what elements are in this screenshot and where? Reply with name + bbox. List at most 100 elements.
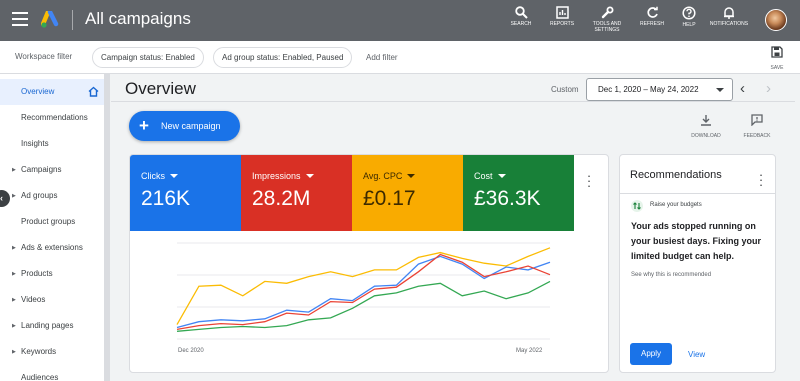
sidebar-item-campaigns[interactable]: ▶ Campaigns (0, 157, 104, 183)
sidebar-item-landing-pages[interactable]: ▶ Landing pages (0, 313, 104, 339)
more-options-icon[interactable]: · · · (585, 169, 593, 192)
recommendations-divider (620, 193, 775, 194)
plus-icon: + (139, 116, 149, 135)
main-scrollbar[interactable] (795, 74, 800, 381)
metric-label: Cost (474, 171, 574, 181)
new-campaign-button[interactable]: + New campaign (129, 111, 240, 141)
sidebar-item-label: Product groups (21, 217, 76, 226)
chevron-down-icon (716, 88, 724, 92)
new-campaign-label: New campaign (161, 121, 221, 131)
sidebar-item-label: Recommendations (21, 113, 88, 122)
sidebar-item-label: Campaigns (21, 165, 62, 174)
save-icon (771, 46, 783, 58)
metric-value: £0.17 (363, 187, 416, 210)
feedback-label: FEEDBACK (743, 133, 771, 139)
budget-arrows-icon (631, 200, 643, 212)
next-period-button[interactable]: › (766, 80, 771, 97)
sidebar-item-label: Ads & extensions (21, 243, 83, 252)
download-label: DOWNLOAD (691, 133, 721, 139)
metric-label-text: Avg. CPC (363, 171, 403, 181)
reports-button[interactable]: REPORTS (546, 6, 578, 27)
date-mode-label: Custom (551, 85, 579, 94)
why-recommended-link[interactable]: See why this is recommended (631, 272, 711, 278)
avatar[interactable] (765, 9, 787, 31)
metric-tile-impressions[interactable]: Impressions 28.2M (241, 155, 352, 231)
metric-tile-avg-cpc[interactable]: Avg. CPC £0.17 (352, 155, 463, 231)
x-axis-end-label: May 2022 (516, 348, 543, 354)
feedback-icon (751, 114, 763, 127)
sidebar-item-label: Videos (21, 295, 46, 304)
sidebar-item-audiences[interactable]: Audiences (0, 365, 104, 381)
help-icon (682, 6, 696, 20)
performance-card: Clicks 216K Impressions 28.2M Avg. CPC £… (129, 154, 609, 373)
sidebar-item-label: Keywords (21, 347, 57, 356)
tools-button[interactable]: TOOLS AND SETTINGS (588, 6, 626, 33)
home-icon (88, 86, 99, 97)
bell-icon (724, 7, 734, 19)
sidebar-item-ad-groups[interactable]: ▶ Ad groups (0, 183, 104, 209)
sidebar-item-ads-extensions[interactable]: ▶ Ads & extensions (0, 235, 104, 261)
reports-icon (555, 6, 569, 19)
filter-chip-campaign-status[interactable]: Campaign status: Enabled (92, 47, 204, 68)
download-button[interactable]: DOWNLOAD (688, 113, 724, 139)
sidebar-nav: Overview Recommendations Insights ▶ Campa… (0, 74, 110, 381)
expand-caret-icon: ▶ (12, 297, 16, 303)
feedback-button[interactable]: FEEDBACK (740, 113, 774, 139)
more-options-icon[interactable]: · · · (757, 168, 765, 191)
previous-period-button[interactable]: ‹ (740, 80, 745, 97)
save-label: SAVE (770, 65, 784, 71)
reports-label: REPORTS (549, 21, 575, 27)
filter-chip-ad-group-status[interactable]: Ad group status: Enabled, Paused (213, 47, 353, 68)
sidebar-item-product-groups[interactable]: Product groups (0, 209, 104, 235)
menu-icon[interactable] (12, 12, 28, 26)
help-button[interactable]: HELP (679, 6, 699, 28)
save-button[interactable]: SAVE (766, 45, 788, 71)
help-label: HELP (682, 22, 696, 28)
page-title: All campaigns (85, 9, 191, 28)
apply-button[interactable]: Apply (630, 343, 672, 365)
dropdown-arrow-icon (407, 174, 416, 178)
download-icon (701, 115, 711, 126)
recommendations-title: Recommendations (630, 169, 722, 181)
sidebar-item-products[interactable]: ▶ Products (0, 261, 104, 287)
expand-caret-icon: ▶ (12, 323, 16, 329)
search-icon (514, 6, 528, 19)
metric-value: £36.3K (474, 187, 541, 210)
sidebar-item-label: Products (21, 269, 53, 278)
search-button[interactable]: SEARCH (509, 6, 533, 27)
sidebar-item-label: Overview (21, 87, 55, 96)
sidebar-scrollbar[interactable] (104, 74, 109, 381)
sidebar-item-label: Landing pages (21, 321, 74, 330)
metric-value: 216K (141, 187, 191, 210)
metric-label: Avg. CPC (363, 171, 463, 181)
sidebar-item-overview[interactable]: Overview (0, 79, 104, 105)
header-divider (111, 101, 800, 102)
metric-label: Impressions (252, 171, 352, 181)
sidebar-item-keywords[interactable]: ▶ Keywords (0, 339, 104, 365)
refresh-icon (646, 6, 658, 18)
overview-heading: Overview (125, 79, 196, 98)
refresh-label: REFRESH (640, 21, 664, 27)
wrench-icon (601, 6, 613, 19)
add-filter-link[interactable]: Add filter (366, 53, 398, 62)
refresh-button[interactable]: REFRESH (638, 6, 666, 27)
sidebar-item-recommendations[interactable]: Recommendations (0, 105, 104, 131)
recommendations-card: Recommendations · · · Raise your budgets Y… (619, 154, 776, 373)
dropdown-arrow-icon (305, 174, 314, 178)
sidebar-item-insights[interactable]: Insights (0, 131, 104, 157)
metric-label-text: Impressions (252, 171, 301, 181)
sidebar-item-videos[interactable]: ▶ Videos (0, 287, 104, 313)
date-range-picker[interactable]: Dec 1, 2020 – May 24, 2022 (586, 78, 733, 101)
workspace-filter-label[interactable]: Workspace filter (15, 52, 72, 61)
metric-label-text: Clicks (141, 171, 165, 181)
series-line-avg-cpc (176, 247, 551, 325)
metric-label: Clicks (141, 171, 241, 181)
series-line-clicks (176, 255, 551, 329)
expand-caret-icon: ▶ (12, 193, 16, 199)
filter-bar: Workspace filter Campaign status: Enable… (0, 41, 800, 74)
metric-tile-cost[interactable]: Cost £36.3K (463, 155, 574, 231)
notifications-button[interactable]: NOTIFICATIONS (707, 6, 751, 27)
series-line-impressions (176, 253, 551, 331)
metric-tile-clicks[interactable]: Clicks 216K (130, 155, 241, 231)
view-link[interactable]: View (688, 350, 705, 359)
